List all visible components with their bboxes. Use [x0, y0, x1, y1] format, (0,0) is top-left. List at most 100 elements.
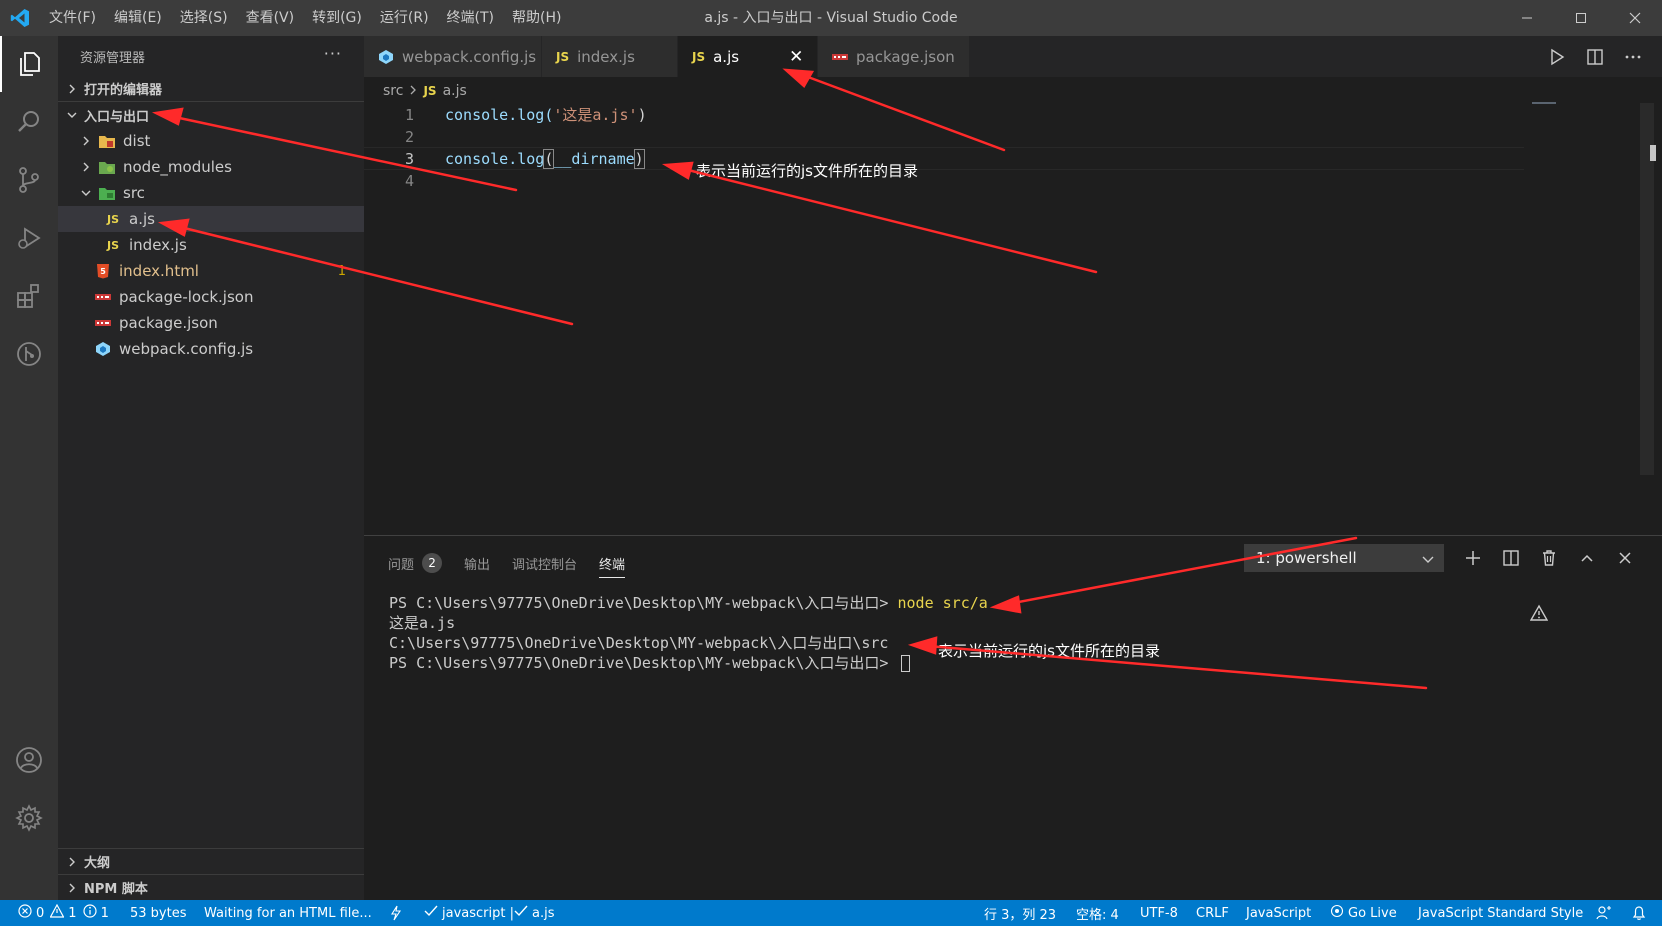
git-graph-icon[interactable] — [0, 326, 58, 382]
outline-label: 大纲 — [84, 856, 111, 871]
code-editor[interactable]: 1 console.log('这是a.js') 2 3 console.log(… — [364, 103, 1662, 535]
tab-debug-console[interactable]: 调试控制台 — [512, 546, 577, 580]
tree-item-index-html[interactable]: 5 index.html 1 — [58, 258, 364, 284]
problem-count-badge: 1 — [337, 263, 346, 279]
feedback-icon[interactable] — [1596, 900, 1612, 926]
menu-run[interactable]: 运行(R) — [371, 0, 438, 36]
tree-item-webpack-config-js[interactable]: webpack.config.js — [58, 336, 364, 362]
more-actions-icon[interactable] — [1614, 36, 1652, 77]
javascript-file-icon: JS — [556, 49, 570, 64]
problems-status[interactable]: 0 1 1 — [18, 900, 109, 926]
close-tab-icon[interactable]: ✕ — [789, 47, 803, 67]
npm-scripts-section[interactable]: NPM 脚本 — [58, 874, 364, 900]
split-terminal-icon[interactable] — [1492, 542, 1530, 574]
cursor-position-status[interactable]: 行 3，列 23 — [984, 900, 1056, 926]
activity-bar — [0, 36, 58, 900]
new-terminal-icon[interactable] — [1454, 542, 1492, 574]
html-preview-status[interactable]: Waiting for an HTML file... — [204, 900, 372, 926]
run-file-icon[interactable] — [1538, 36, 1576, 77]
explorer-title: 资源管理器 — [80, 50, 146, 66]
notifications-bell-icon[interactable] — [1632, 900, 1646, 926]
project-folder-label: 入口与出口 — [84, 109, 150, 125]
tab-problems[interactable]: 问题 2 — [388, 546, 443, 580]
outline-section[interactable]: 大纲 — [58, 848, 364, 874]
chevron-up-icon[interactable] — [1568, 542, 1606, 574]
tab-output[interactable]: 输出 — [464, 546, 490, 580]
minimap[interactable] — [1532, 102, 1556, 104]
npm-file-icon — [832, 53, 848, 61]
tab-a-js[interactable]: JS a.js ✕ — [678, 36, 818, 77]
code-token: __dirname — [553, 149, 635, 168]
check-icon — [424, 905, 438, 921]
tree-item-package-lock-json[interactable]: package-lock.json — [58, 284, 364, 310]
folder-src-icon — [98, 184, 116, 202]
chevron-down-icon — [78, 188, 94, 198]
terminal-line: PS C:\Users\97775\OneDrive\Desktop\MY-we… — [389, 593, 988, 613]
breadcrumb-folder[interactable]: src — [383, 83, 403, 99]
indentation-status[interactable]: 空格: 4 — [1076, 900, 1119, 926]
close-window-button[interactable] — [1608, 0, 1662, 36]
tab-index-js[interactable]: JS index.js — [542, 36, 678, 77]
minimize-button[interactable] — [1500, 0, 1554, 36]
status-bar: 0 1 1 53 bytes Waiting for an HTML file.… — [0, 900, 1662, 926]
search-icon[interactable] — [0, 94, 58, 150]
menu-bar: 文件(F) 编辑(E) 选择(S) 查看(V) 转到(G) 运行(R) 终端(T… — [40, 0, 570, 36]
lightning-icon[interactable] — [390, 900, 402, 926]
tree-item-package-json[interactable]: package.json — [58, 310, 364, 336]
menu-file[interactable]: 文件(F) — [40, 0, 105, 36]
npm-file-icon — [94, 314, 112, 332]
tree-item-a-js[interactable]: JS a.js — [58, 206, 364, 232]
extensions-icon[interactable] — [0, 268, 58, 324]
file-size-status[interactable]: 53 bytes — [130, 900, 187, 926]
explorer-header: 资源管理器 ··· — [58, 36, 364, 76]
tree-item-node-modules[interactable]: node_modules — [58, 154, 364, 180]
tree-item-src[interactable]: src — [58, 180, 364, 206]
menu-terminal[interactable]: 终端(T) — [438, 0, 503, 36]
terminal-select[interactable]: 1: powershell — [1244, 544, 1444, 572]
standard-style-status[interactable]: JavaScript Standard Style — [1418, 900, 1583, 926]
terminal-output[interactable]: PS C:\Users\97775\OneDrive\Desktop\MY-we… — [389, 593, 988, 673]
code-line-current: 3 console.log(__dirname) — [364, 147, 1524, 170]
close-panel-icon[interactable] — [1606, 542, 1644, 574]
menu-view[interactable]: 查看(V) — [237, 0, 304, 36]
open-editors-section[interactable]: 打开的编辑器 — [58, 76, 364, 102]
tab-terminal[interactable]: 终端 — [599, 546, 626, 580]
source-control-icon[interactable] — [0, 152, 58, 208]
code-token: ) — [633, 148, 645, 169]
run-debug-icon[interactable] — [0, 210, 58, 266]
explorer-icon[interactable] — [0, 36, 58, 92]
menu-help[interactable]: 帮助(H) — [503, 0, 570, 36]
tab-package-json[interactable]: package.json — [818, 36, 970, 77]
code-token: console.log — [445, 149, 545, 168]
account-icon[interactable] — [0, 732, 58, 788]
warning-count: 1 — [68, 905, 77, 921]
explorer-sidebar: 资源管理器 ··· 打开的编辑器 入口与出口 dist node_modules… — [58, 36, 364, 900]
maximize-button[interactable] — [1554, 0, 1608, 36]
settings-gear-icon[interactable] — [0, 790, 58, 846]
trash-icon[interactable] — [1530, 542, 1568, 574]
code-text: console.log(__dirname) — [445, 148, 645, 169]
chevron-right-icon — [64, 84, 80, 94]
encoding-status[interactable]: UTF-8 — [1140, 900, 1178, 926]
eslint-status[interactable]: javascript | a.js — [424, 900, 554, 926]
tree-item-index-js[interactable]: JS index.js — [58, 232, 364, 258]
tab-webpack-config-js[interactable]: webpack.config.js — [364, 36, 542, 77]
scrollbar-cursor-marker — [1650, 145, 1656, 161]
folder-dist-icon — [98, 132, 116, 150]
split-editor-icon[interactable] — [1576, 36, 1614, 77]
tree-item-dist[interactable]: dist — [58, 128, 364, 154]
eol-status[interactable]: CRLF — [1196, 900, 1229, 926]
project-folder-section[interactable]: 入口与出口 — [58, 102, 364, 128]
more-actions-icon[interactable]: ··· — [324, 44, 342, 63]
menu-edit[interactable]: 编辑(E) — [105, 0, 171, 36]
go-live-button[interactable]: Go Live — [1330, 900, 1397, 926]
menu-selection[interactable]: 选择(S) — [171, 0, 237, 36]
breadcrumb-file[interactable]: a.js — [443, 83, 467, 99]
tab-label: webpack.config.js — [402, 47, 537, 66]
warning-icon[interactable] — [1529, 604, 1549, 626]
check-icon — [514, 905, 528, 921]
menu-go[interactable]: 转到(G) — [303, 0, 371, 36]
code-token: ) — [637, 106, 647, 124]
language-mode-status[interactable]: JavaScript — [1246, 900, 1311, 926]
chevron-down-icon — [64, 110, 80, 120]
